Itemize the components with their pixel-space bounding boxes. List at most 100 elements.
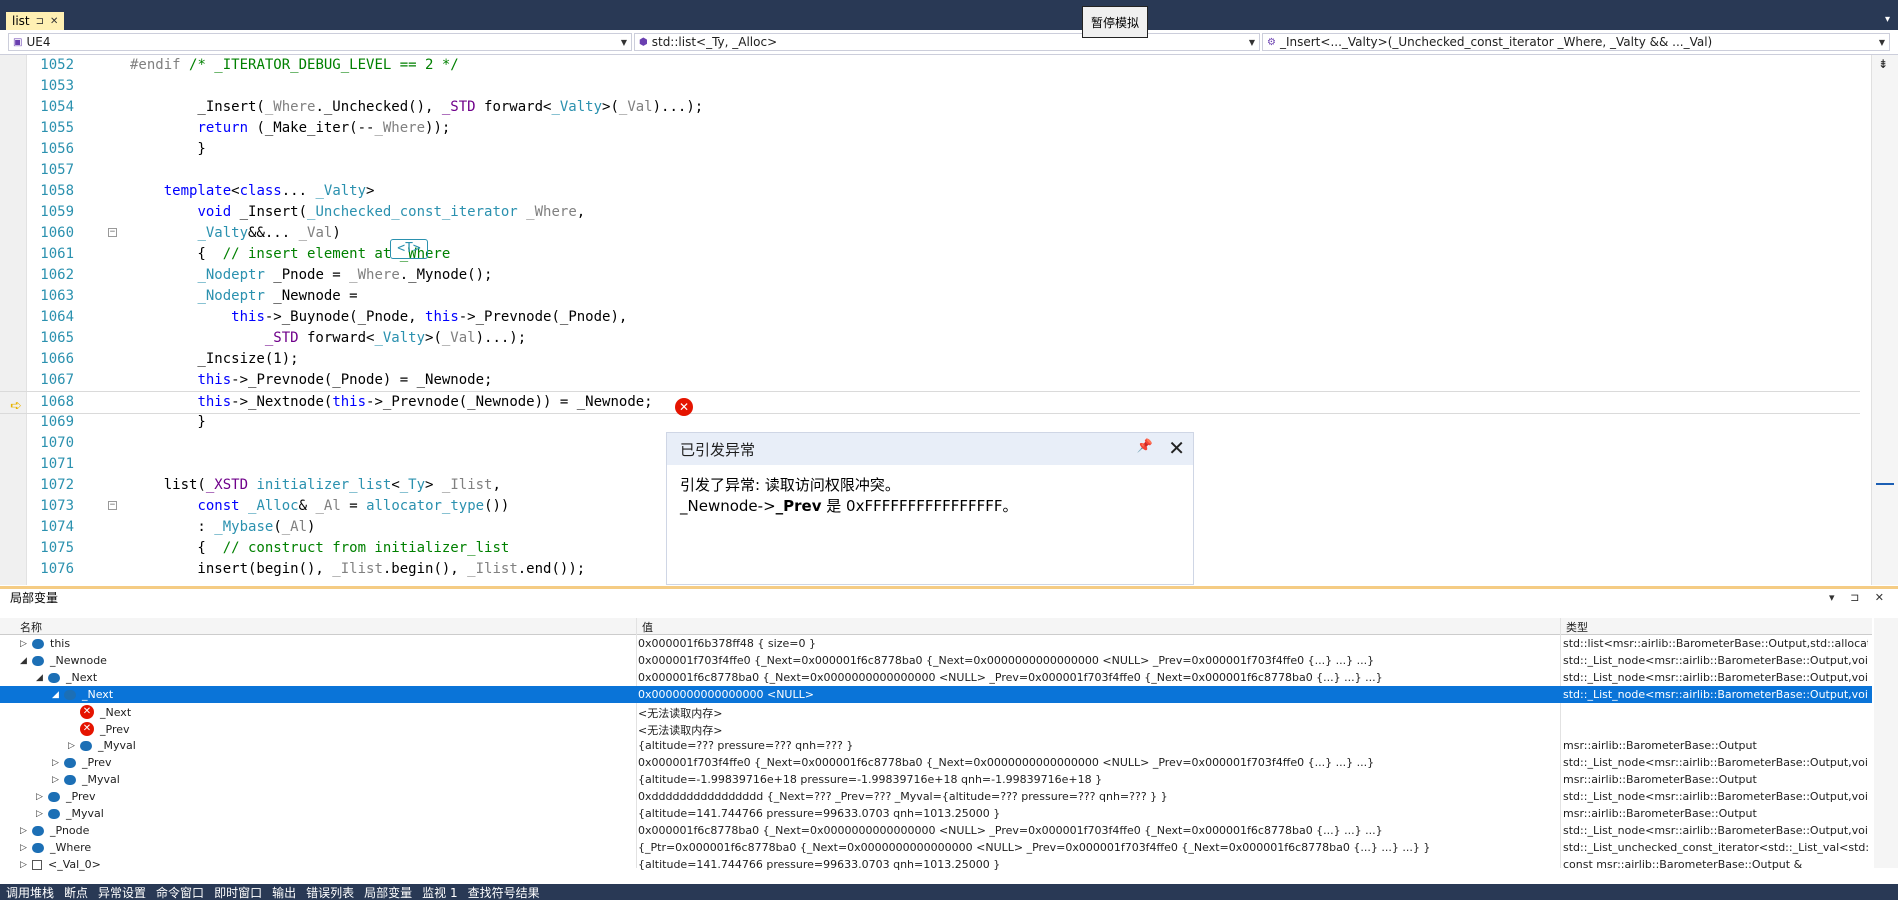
expand-toggle-icon[interactable]: ▷: [20, 843, 32, 853]
expand-toggle-icon[interactable]: ▷: [20, 639, 32, 649]
code-line[interactable]: 1055 return (_Make_iter(--_Where));: [0, 118, 1860, 139]
variable-value[interactable]: <无法读取内存>: [638, 722, 1558, 738]
tool-window-tab[interactable]: 命令窗口: [156, 884, 204, 901]
expand-toggle-icon[interactable]: ▷: [52, 758, 64, 768]
code-line[interactable]: 1060 − _Valty&&... _Val): [0, 223, 1860, 244]
expand-toggle-icon[interactable]: ▷: [20, 826, 32, 836]
code-line[interactable]: 1059 void _Insert(_Unchecked_const_itera…: [0, 202, 1860, 223]
variable-value[interactable]: 0x000001f6b378ff48 { size=0 }: [638, 637, 1558, 650]
locals-row[interactable]: ▷ _Prev 0x000001f703f4ffe0 {_Next=0x000001…: [0, 754, 1872, 771]
code-line[interactable]: 1061 { // insert element at _Where: [0, 244, 1860, 265]
code-line[interactable]: 1052 #endif /* _ITERATOR_DEBUG_LEVEL == 2…: [0, 55, 1860, 76]
locals-row[interactable]: ▷ _Myval {altitude=-1.99839716e+18 pressur…: [0, 771, 1872, 788]
locals-scrollbar[interactable]: [1874, 618, 1898, 868]
tool-window-tab[interactable]: 异常设置: [98, 884, 146, 901]
pin-icon[interactable]: 📌: [1137, 439, 1153, 454]
fold-toggle-icon[interactable]: −: [108, 228, 117, 237]
tool-window-tab[interactable]: 调用堆栈: [6, 884, 54, 901]
tab-label: list: [12, 14, 30, 28]
code-text: _STD forward<_Valty>(_Val)...);: [264, 330, 527, 346]
expand-toggle-icon[interactable]: ◢: [36, 673, 48, 683]
code-line[interactable]: 1069 }: [0, 412, 1860, 433]
locals-row[interactable]: ▷ <_Val_0> {altitude=141.744766 pressure=9…: [0, 856, 1872, 873]
tool-window-tab[interactable]: 输出: [272, 884, 296, 901]
variable-name: _Myval: [98, 739, 136, 752]
pin-icon[interactable]: ⊐: [36, 16, 44, 27]
code-line[interactable]: 1067 this->_Prevnode(_Pnode) = _Newnode;: [0, 370, 1860, 391]
column-type[interactable]: 类型: [1566, 619, 1588, 635]
tool-window-tab[interactable]: 错误列表: [306, 884, 354, 901]
variable-value[interactable]: 0x000001f6c8778ba0 {_Next=0x000000000000…: [638, 671, 1558, 684]
locals-row[interactable]: ◢ _Newnode 0x000001f703f4ffe0 {_Next=0x000…: [0, 652, 1872, 669]
variable-value[interactable]: 0x0000000000000000 <NULL>: [638, 688, 1558, 701]
split-icon[interactable]: ⇟: [1878, 57, 1888, 71]
tool-window-tab[interactable]: 即时窗口: [214, 884, 262, 901]
expand-toggle-icon[interactable]: ◢: [20, 656, 32, 666]
variable-value[interactable]: 0xdddddddddddddddd {_Next=??? _Prev=??? …: [638, 790, 1558, 803]
variable-value[interactable]: {altitude=141.744766 pressure=99633.0703…: [638, 807, 1558, 820]
tab-list-dropdown-icon[interactable]: ▾: [1885, 14, 1890, 25]
locals-row[interactable]: ▷ _Myval {altitude=??? pressure=??? qnh=??…: [0, 737, 1872, 754]
column-value[interactable]: 值: [642, 619, 653, 635]
expand-toggle-icon[interactable]: ▷: [36, 809, 48, 819]
variable-value[interactable]: 0x000001f703f4ffe0 {_Next=0x000001f6c877…: [638, 756, 1558, 769]
close-icon[interactable]: ✕: [1168, 436, 1185, 460]
code-line[interactable]: 1053: [0, 76, 1860, 97]
pause-simulation-badge[interactable]: 暂停模拟: [1082, 6, 1148, 38]
expand-toggle-icon[interactable]: ▷: [52, 775, 64, 785]
code-line[interactable]: 1068 this->_Nextnode(this->_Prevnode(_Ne…: [0, 391, 1860, 414]
locals-row[interactable]: ▷ _Prev 0xdddddddddddddddd {_Next=??? _Pre…: [0, 788, 1872, 805]
locals-row[interactable]: ▷ _Where {_Ptr=0x000001f6c8778ba0 {_Next=0…: [0, 839, 1872, 856]
variable-value[interactable]: 0x000001f6c8778ba0 {_Next=0x000000000000…: [638, 824, 1558, 837]
tool-window-tab[interactable]: 局部变量: [364, 884, 412, 901]
close-icon[interactable]: ✕: [50, 16, 58, 27]
expand-toggle-icon[interactable]: ▷: [20, 860, 32, 870]
line-number: 1058: [40, 183, 74, 199]
variable-value[interactable]: 0x000001f703f4ffe0 {_Next=0x000001f6c877…: [638, 654, 1558, 667]
locals-row[interactable]: ▷ _Pnode 0x000001f6c8778ba0 {_Next=0x00000…: [0, 822, 1872, 839]
expand-toggle-icon[interactable]: ◢: [52, 690, 64, 700]
locals-row[interactable]: ▷ _Myval {altitude=141.744766 pressure=996…: [0, 805, 1872, 822]
variable-value[interactable]: <无法读取内存>: [638, 705, 1558, 721]
fold-toggle-icon[interactable]: −: [108, 501, 117, 510]
tool-window-tab[interactable]: 查找符号结果: [468, 884, 540, 901]
error-icon[interactable]: ✕: [675, 398, 693, 416]
tool-window-tabs: 调用堆栈 断点 异常设置 命令窗口 即时窗口 输出 错误列表 局部变量 监视 1 查找符号结果: [0, 884, 1898, 900]
locals-row[interactable]: ◢ _Next 0x0000000000000000 <NULL> std::_Lis…: [0, 686, 1872, 703]
locals-row[interactable]: ✕ _Prev <无法读取内存>: [0, 720, 1872, 737]
variable-value[interactable]: {altitude=??? pressure=??? qnh=??? }: [638, 739, 1558, 752]
code-line[interactable]: 1058 template<class... _Valty>: [0, 181, 1860, 202]
code-text: : _Mybase(_Al): [130, 519, 316, 535]
variable-value[interactable]: {_Ptr=0x000001f6c8778ba0 {_Next=0x000000…: [638, 841, 1558, 854]
code-line[interactable]: 1057: [0, 160, 1860, 181]
code-line[interactable]: 1064 this->_Buynode(_Pnode, this->_Prevn…: [0, 307, 1860, 328]
locals-row[interactable]: ▷ this 0x000001f6b378ff48 { size=0 } std::l…: [0, 635, 1872, 652]
document-tab-list[interactable]: list ⊐ ✕: [6, 12, 65, 30]
code-line[interactable]: 1056 }: [0, 139, 1860, 160]
code-text: this->_Nextnode(this->_Prevnode(_Newnode…: [197, 394, 653, 410]
member-dropdown[interactable]: ⚙ _Insert<..._Valty>(_Unchecked_const_it…: [1262, 33, 1890, 51]
project-dropdown[interactable]: ▣ UE4 ▼: [8, 33, 632, 51]
vertical-scrollbar[interactable]: ⇟: [1871, 55, 1898, 585]
template-hint-badge[interactable]: <T>: [390, 239, 428, 259]
tool-window-tab[interactable]: 监视 1: [422, 884, 457, 901]
expand-toggle-icon[interactable]: ▷: [36, 792, 48, 802]
variable-value[interactable]: {altitude=-1.99839716e+18 pressure=-1.99…: [638, 773, 1558, 786]
window-controls[interactable]: ▾ ⊐ ✕: [1829, 589, 1890, 607]
navigation-bar: ▣ UE4 ▼ ⬢ std::list<_Ty, _Alloc> ▼ ⚙ _In…: [0, 30, 1898, 55]
column-name[interactable]: 名称: [20, 619, 42, 635]
expand-toggle-icon[interactable]: ▷: [68, 741, 80, 751]
variable-name: this: [50, 637, 71, 650]
object-icon: [32, 638, 44, 649]
variable-name: _Prev: [100, 722, 130, 736]
code-line[interactable]: 1063 _Nodeptr _Newnode =: [0, 286, 1860, 307]
scope-dropdown[interactable]: ⬢ std::list<_Ty, _Alloc> ▼: [634, 33, 1260, 51]
code-line[interactable]: 1065 _STD forward<_Valty>(_Val)...);: [0, 328, 1860, 349]
tool-window-tab[interactable]: 断点: [64, 884, 88, 901]
locals-row[interactable]: ✕ _Next <无法读取内存>: [0, 703, 1872, 720]
code-line[interactable]: 1062 _Nodeptr _Pnode = _Where._Mynode();: [0, 265, 1860, 286]
variable-value[interactable]: {altitude=141.744766 pressure=99633.0703…: [638, 858, 1558, 871]
locals-row[interactable]: ◢ _Next 0x000001f6c8778ba0 {_Next=0x000000…: [0, 669, 1872, 686]
code-line[interactable]: 1054 _Insert(_Where._Unchecked(), _STD f…: [0, 97, 1860, 118]
code-line[interactable]: 1066 _Incsize(1);: [0, 349, 1860, 370]
